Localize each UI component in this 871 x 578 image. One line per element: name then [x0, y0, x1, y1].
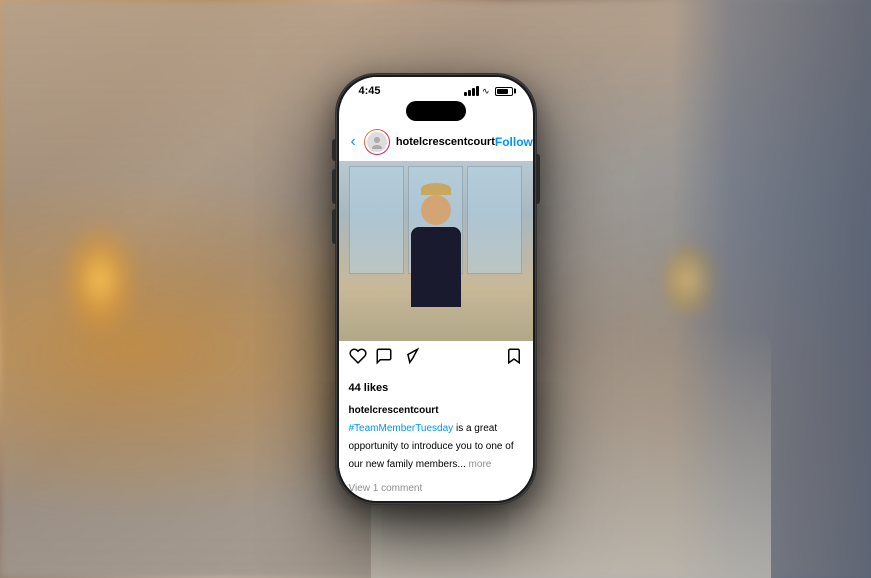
likes-count: 44 likes	[349, 382, 389, 394]
date-section: October 11	[339, 498, 533, 501]
comment-section: View 1 comment	[339, 476, 533, 498]
post-image	[339, 161, 533, 341]
caption-text: hotelcrescentcourt #TeamMemberTuesday is…	[349, 405, 514, 470]
power-button	[536, 154, 540, 204]
phone-wrapper: 4:45 ∿ ‹	[336, 74, 536, 504]
volume-down-button	[332, 209, 336, 244]
window-pane-1	[349, 166, 404, 274]
likes-section: 44 likes	[339, 376, 533, 398]
follow-button[interactable]: Follow	[495, 135, 533, 149]
caption-username[interactable]: hotelcrescentcourt	[349, 405, 439, 416]
person-body	[411, 227, 461, 307]
person-head	[421, 195, 451, 225]
person-hair	[421, 183, 451, 195]
photo-person	[406, 211, 466, 341]
signal-icon	[464, 86, 479, 96]
dynamic-island	[406, 101, 466, 121]
volume-up-button	[332, 169, 336, 204]
mute-button	[332, 139, 336, 161]
wifi-icon: ∿	[482, 86, 490, 97]
bookmark-button[interactable]	[505, 347, 523, 370]
window-pane-3	[467, 166, 522, 274]
caption-hashtag[interactable]: #TeamMemberTuesday	[349, 423, 454, 434]
back-button[interactable]: ‹	[351, 133, 356, 151]
lamp-left-glow	[60, 220, 140, 340]
phone-frame: 4:45 ∿ ‹	[336, 74, 536, 504]
status-icons: ∿	[464, 86, 513, 97]
profile-username[interactable]: hotelcrescentcourt	[396, 136, 495, 148]
caption-more[interactable]: more	[469, 459, 492, 470]
like-button[interactable]	[349, 347, 367, 370]
action-bar	[339, 341, 533, 376]
status-bar: 4:45 ∿	[339, 77, 533, 101]
profile-avatar[interactable]	[364, 129, 390, 155]
phone-screen: 4:45 ∿ ‹	[339, 77, 533, 501]
avatar-image	[365, 130, 389, 154]
post-header: ‹ hotelcrescentcourt Follow ···	[339, 123, 533, 161]
comment-button[interactable]	[375, 347, 393, 370]
battery-icon	[495, 87, 513, 96]
share-button[interactable]	[401, 347, 419, 370]
status-time: 4:45	[359, 85, 381, 97]
caption-section: hotelcrescentcourt #TeamMemberTuesday is…	[339, 398, 533, 476]
view-comments-link[interactable]: View 1 comment	[349, 483, 423, 494]
